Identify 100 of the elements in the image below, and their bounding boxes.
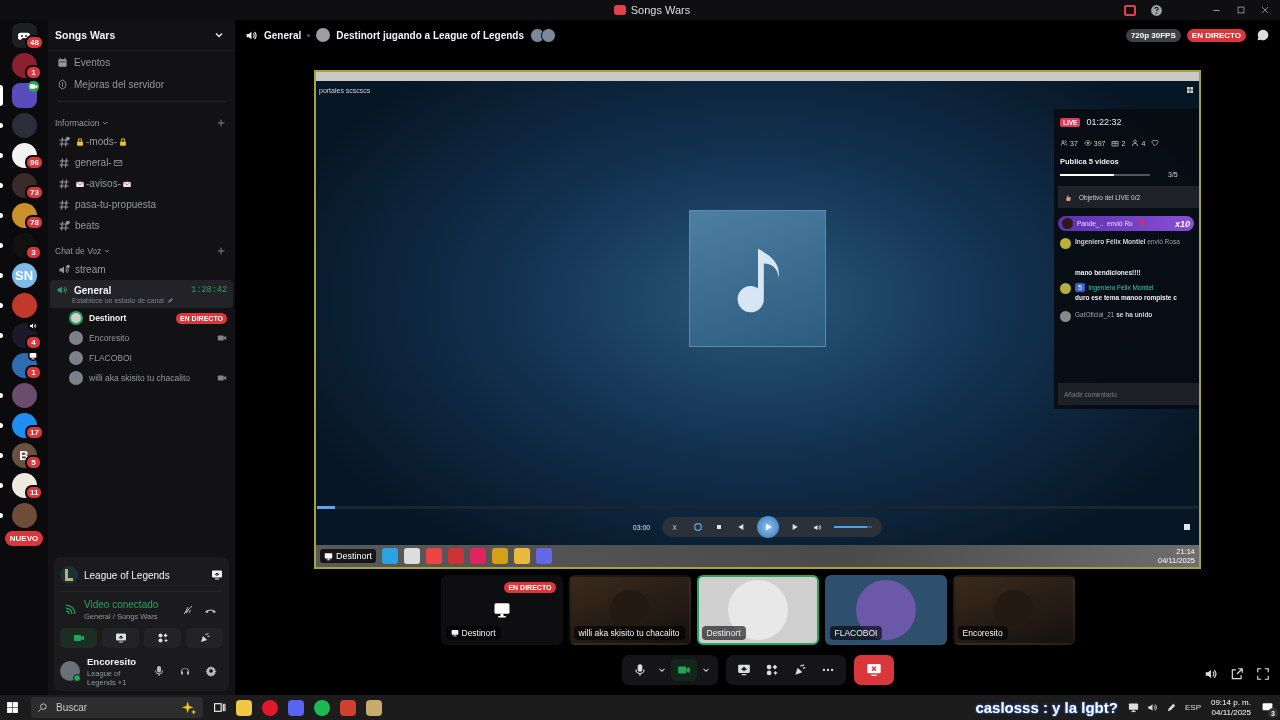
clock-time: 09:14 p. m. bbox=[1210, 697, 1251, 708]
activities-icon bbox=[764, 663, 779, 677]
avatar bbox=[541, 27, 557, 43]
add-channel-icon[interactable] bbox=[216, 118, 226, 128]
chat-bubble-icon[interactable] bbox=[1256, 28, 1270, 42]
channel-item[interactable]: general- bbox=[50, 152, 233, 173]
channel-item[interactable]: beats bbox=[50, 215, 233, 236]
activities-button[interactable] bbox=[144, 628, 181, 648]
windows-logo-icon[interactable] bbox=[6, 701, 19, 714]
category-header[interactable]: Chat de Voz bbox=[55, 246, 112, 256]
add-channel-icon[interactable] bbox=[216, 246, 226, 256]
participant-name: FLACOBOI bbox=[829, 626, 883, 640]
clock-date: 04/11/2025 bbox=[1211, 707, 1251, 718]
chevron-down-icon bbox=[101, 119, 110, 127]
microphone-icon[interactable] bbox=[153, 665, 165, 677]
maximize-icon[interactable] bbox=[1236, 5, 1246, 15]
gift-icon bbox=[1111, 139, 1120, 147]
lock-icon bbox=[75, 136, 85, 147]
monitor-icon bbox=[450, 629, 459, 637]
volume-icon[interactable] bbox=[1204, 667, 1218, 681]
participant-name: Destinort bbox=[701, 626, 746, 640]
participant-tile[interactable]: FLACOBOI bbox=[824, 575, 947, 645]
monitor-icon bbox=[324, 551, 333, 561]
folder-icon[interactable] bbox=[236, 699, 252, 716]
quality-badge: 720p 30FPS bbox=[1125, 28, 1181, 42]
stop-stream-icon bbox=[865, 662, 882, 678]
play-button[interactable] bbox=[757, 516, 780, 538]
mention-count-badge: 17 bbox=[25, 425, 44, 440]
stop-stream-button[interactable] bbox=[853, 655, 894, 685]
participant-name: Encoresito bbox=[957, 626, 1008, 640]
noise-suppression-icon[interactable] bbox=[182, 603, 194, 616]
boost-gem-icon bbox=[57, 78, 68, 90]
camera-icon bbox=[217, 333, 227, 343]
avatar bbox=[69, 371, 83, 385]
grid-icon[interactable] bbox=[1186, 86, 1194, 94]
discord-app-icon[interactable] bbox=[288, 699, 304, 716]
avatar bbox=[1060, 311, 1071, 322]
live-duration: 01:22:32 bbox=[1086, 117, 1122, 127]
camera-icon bbox=[72, 632, 85, 644]
opera-icon[interactable] bbox=[262, 699, 278, 716]
fullscreen-icon[interactable] bbox=[1256, 667, 1270, 681]
voice-channel-item[interactable]: stream bbox=[50, 259, 233, 280]
channel-item[interactable]: pasa-tu-propuesta bbox=[50, 194, 233, 215]
channel-item[interactable]: -mods- bbox=[50, 131, 233, 152]
volume-icon[interactable] bbox=[813, 522, 823, 532]
mini-player-icon[interactable] bbox=[1183, 523, 1191, 531]
voice-member[interactable]: willi aka skisito tu chacalito bbox=[48, 368, 235, 388]
volume-icon[interactable] bbox=[1146, 702, 1158, 713]
soundboard-icon bbox=[198, 632, 211, 644]
monitor-icon bbox=[492, 601, 511, 619]
pop-out-icon[interactable] bbox=[1230, 667, 1244, 681]
participant-tile[interactable]: Encoresito bbox=[952, 575, 1075, 645]
camera-icon bbox=[217, 373, 227, 383]
screen-share-icon bbox=[114, 632, 127, 644]
game-app-icon[interactable] bbox=[366, 699, 382, 716]
help-icon[interactable] bbox=[1150, 3, 1163, 17]
overlay-chat-text: caslosss : y la lgbt? bbox=[975, 699, 1118, 716]
close-icon[interactable] bbox=[1260, 5, 1270, 15]
server-name[interactable]: Songs Wars bbox=[55, 29, 116, 41]
search-field[interactable]: Buscar bbox=[31, 697, 203, 718]
repeat-icon[interactable] bbox=[693, 522, 704, 532]
heart-icon bbox=[1151, 139, 1160, 147]
category-header[interactable]: Informacion bbox=[55, 118, 110, 128]
connection-status: Video conectado bbox=[84, 599, 160, 610]
voice-member[interactable]: FLACOBOI bbox=[48, 348, 235, 368]
stream-title: Destinort jugando a League of Legends bbox=[336, 29, 525, 41]
headphones-icon[interactable] bbox=[179, 665, 191, 677]
settings-icon[interactable] bbox=[205, 665, 217, 677]
task-view-icon[interactable] bbox=[213, 701, 226, 714]
avatar bbox=[316, 28, 331, 42]
sidebar-link[interactable]: Mejoras del servidor bbox=[48, 73, 235, 95]
screen-button[interactable] bbox=[102, 628, 139, 648]
inbox-icon[interactable] bbox=[1124, 4, 1136, 16]
participant-tile[interactable]: willi aka skisito tu chacalito bbox=[568, 575, 691, 645]
input-language[interactable]: ESP bbox=[1184, 703, 1201, 712]
mention-count-badge: 11 bbox=[25, 485, 44, 500]
window-title: Songs Wars bbox=[630, 4, 691, 16]
live-badge: EN DIRECTO bbox=[1186, 28, 1246, 42]
lock-icon bbox=[118, 136, 129, 147]
spotify-icon[interactable] bbox=[314, 699, 330, 716]
browser-icon[interactable] bbox=[340, 699, 356, 716]
avatar bbox=[69, 351, 83, 365]
camera-button[interactable] bbox=[670, 659, 697, 681]
mention-count-badge: 73 bbox=[25, 185, 44, 200]
user-avatar[interactable] bbox=[60, 661, 80, 681]
channel-item[interactable]: -avisos- bbox=[50, 173, 233, 194]
sidebar-link[interactable]: Eventos bbox=[48, 51, 235, 73]
mention-count-badge: 3 bbox=[25, 245, 42, 260]
person-add-icon bbox=[1131, 139, 1140, 147]
envelope-icon bbox=[112, 157, 123, 168]
participant-tile[interactable]: Destinort bbox=[696, 575, 819, 645]
screen-share-icon bbox=[736, 663, 751, 677]
mention-count-badge: 1 bbox=[25, 65, 42, 80]
pen-icon[interactable] bbox=[1165, 702, 1177, 713]
avatar bbox=[1060, 238, 1071, 249]
username: Encoresito bbox=[87, 655, 138, 667]
camera-button[interactable] bbox=[60, 628, 97, 648]
voice-member[interactable]: Encoresito bbox=[48, 328, 235, 348]
screen-share-icon[interactable] bbox=[211, 569, 223, 581]
pencil-icon[interactable] bbox=[166, 297, 174, 304]
